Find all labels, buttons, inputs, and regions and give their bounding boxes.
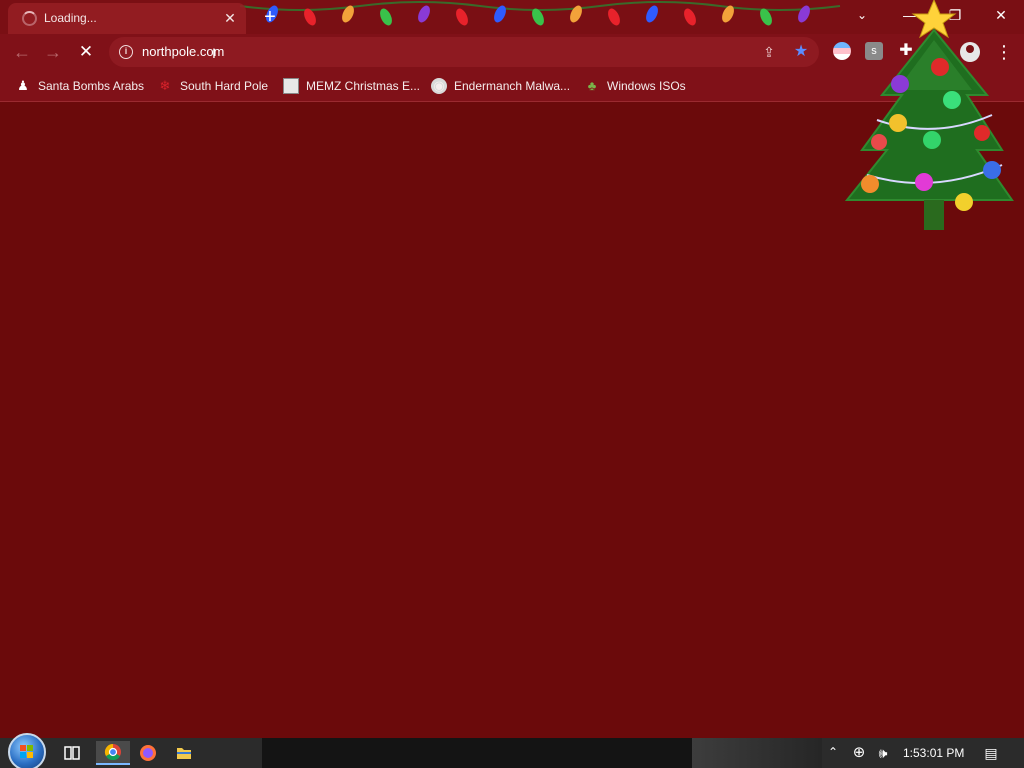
bookmark-label: Endermanch Malwa... bbox=[454, 79, 571, 93]
light-bulb-icon bbox=[570, 5, 582, 23]
file-explorer-taskbar-button[interactable] bbox=[170, 741, 198, 765]
task-view-button[interactable] bbox=[58, 741, 86, 765]
bookmark-endermanch-malware[interactable]: ◉ Endermanch Malwa... bbox=[431, 77, 570, 95]
endermanch-icon: ◉ bbox=[431, 78, 447, 94]
site-info-icon[interactable]: i bbox=[119, 45, 133, 59]
bookmark-label: Windows ISOs bbox=[607, 79, 686, 93]
taskbar: ⌃ ⊕ 🕪 1:53:01 PM ▤ bbox=[0, 733, 1024, 768]
active-tab[interactable]: Loading... ✕ bbox=[8, 3, 246, 34]
task-view-icon bbox=[64, 746, 80, 760]
chrome-icon bbox=[104, 743, 121, 761]
loading-spinner-icon bbox=[22, 11, 37, 26]
bookmark-label: South Hard Pole bbox=[180, 79, 269, 93]
light-bulb-icon bbox=[418, 5, 430, 23]
windows-logo-icon bbox=[20, 745, 33, 758]
share-icon[interactable]: ⇪ bbox=[761, 44, 777, 60]
light-bulb-icon bbox=[646, 5, 658, 23]
forward-button[interactable]: → bbox=[42, 42, 64, 62]
text-cursor-icon: I bbox=[212, 45, 216, 61]
light-bulb-icon bbox=[798, 5, 810, 23]
bookmark-label: Santa Bombs Arabs bbox=[38, 79, 145, 93]
snowflake-icon: ❄ bbox=[159, 78, 171, 93]
memz-icon bbox=[283, 78, 299, 94]
new-tab-button[interactable]: + bbox=[260, 7, 280, 27]
christmas-tree-decoration bbox=[844, 0, 1014, 230]
taskbar-tray-background bbox=[692, 738, 822, 768]
start-button[interactable] bbox=[8, 733, 46, 768]
santa-icon: ♟ bbox=[17, 78, 29, 93]
bookmark-memz-christmas[interactable]: MEMZ Christmas E... bbox=[283, 77, 420, 95]
bookmark-windows-isos[interactable]: ♣ Windows ISOs bbox=[584, 77, 686, 95]
light-bulb-icon bbox=[456, 8, 468, 26]
bookmark-santa-bombs-arabs[interactable]: ♟ Santa Bombs Arabs bbox=[15, 77, 144, 95]
back-button[interactable]: ← bbox=[11, 42, 33, 62]
light-bulb-icon bbox=[380, 8, 392, 26]
network-globe-icon[interactable]: ⊕ bbox=[850, 744, 868, 762]
tab-title: Loading... bbox=[44, 11, 97, 25]
light-bulb-icon bbox=[684, 8, 696, 26]
light-bulb-icon bbox=[608, 8, 620, 26]
windows-iso-icon: ♣ bbox=[587, 78, 597, 93]
stop-loading-button[interactable]: ✕ bbox=[75, 42, 97, 62]
folder-icon bbox=[177, 748, 191, 759]
bookmark-south-hard-pole[interactable]: ❄ South Hard Pole bbox=[157, 77, 269, 95]
bookmark-label: MEMZ Christmas E... bbox=[306, 79, 421, 93]
bookmark-star-icon[interactable]: ★ bbox=[792, 43, 810, 61]
action-center-icon[interactable]: ▤ bbox=[982, 744, 1000, 762]
firefox-taskbar-button[interactable] bbox=[134, 741, 162, 765]
firefox-icon bbox=[140, 745, 156, 761]
show-hidden-icons-chevron[interactable]: ⌃ bbox=[826, 745, 840, 759]
taskbar-empty-area bbox=[262, 738, 692, 768]
chrome-taskbar-button[interactable] bbox=[96, 741, 130, 765]
volume-icon[interactable]: 🕪 bbox=[874, 744, 892, 762]
taskbar-clock[interactable]: 1:53:01 PM bbox=[903, 746, 964, 760]
tab-close-icon[interactable]: ✕ bbox=[222, 10, 238, 26]
